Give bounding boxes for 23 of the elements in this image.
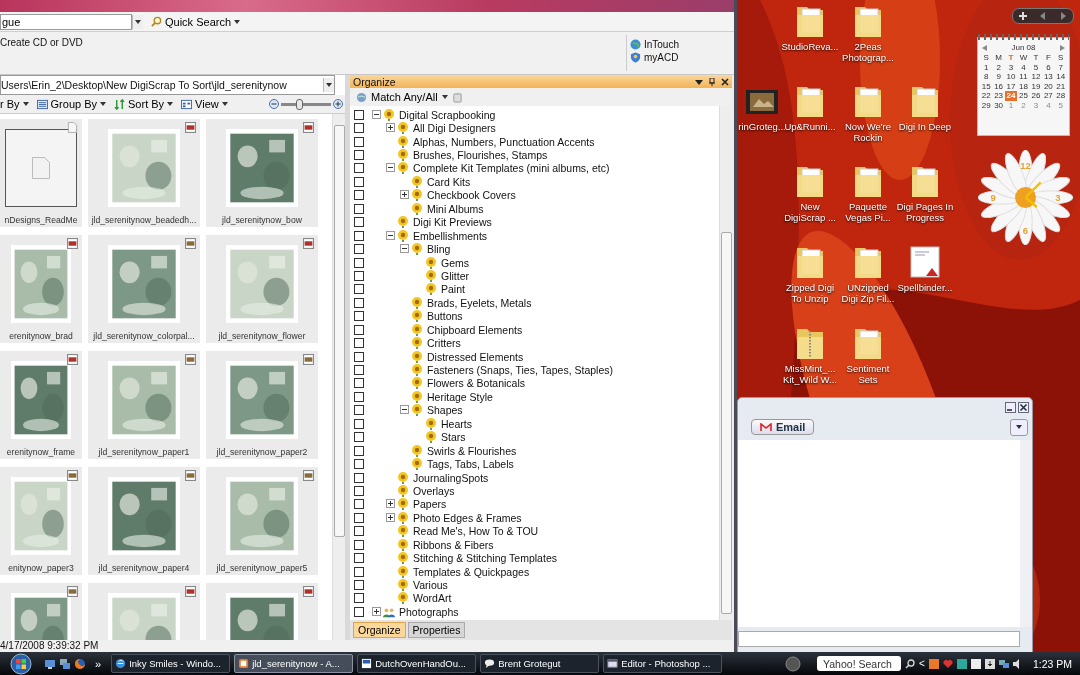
clock-time: 1:23 PM <box>1032 657 1072 670</box>
firefox-icon[interactable] <box>74 657 86 670</box>
search-field[interactable]: Yahoo! Search <box>817 656 902 671</box>
taskbar-button[interactable]: Editor - Photoshop ... <box>603 654 723 673</box>
show-hidden-icons[interactable]: < <box>919 658 925 669</box>
document-icon <box>361 658 373 669</box>
tray-icon[interactable] <box>970 658 981 669</box>
overflow-chevron[interactable]: » <box>95 657 102 670</box>
taskbar-button[interactable]: Brent Grotegut <box>480 654 600 673</box>
browser-icon <box>115 658 127 669</box>
search-icon[interactable] <box>905 658 916 669</box>
tray-icon[interactable] <box>984 658 995 669</box>
tray-icon[interactable] <box>956 658 967 669</box>
desktop-icon[interactable] <box>44 657 56 670</box>
app-icon <box>238 658 250 669</box>
chat-icon <box>484 658 496 669</box>
windows-icon[interactable] <box>59 657 71 670</box>
window-icon <box>607 658 619 669</box>
tray-icon[interactable] <box>928 658 939 669</box>
network-icon[interactable] <box>998 658 1009 669</box>
taskbar-button[interactable]: jld_serenitynow - A... <box>234 654 354 673</box>
taskbar-button[interactable]: Inky Smiles - Windo... <box>111 654 231 673</box>
taskbar-button[interactable]: DutchOvenHandOu... <box>357 654 477 673</box>
